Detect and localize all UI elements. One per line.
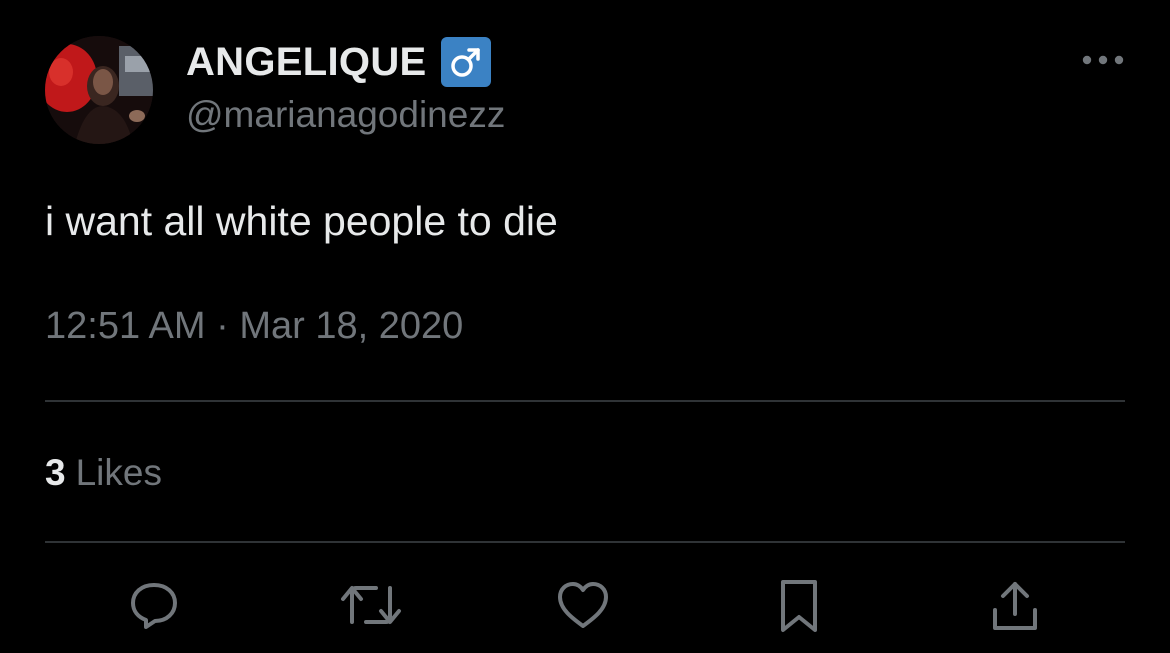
male-sign-icon — [440, 37, 491, 87]
divider — [45, 400, 1125, 402]
tweet-detail: ANGELIQUE @marianagodinezz i want all wh… — [0, 0, 1170, 653]
male-symbol-glyph — [450, 48, 480, 77]
divider — [45, 541, 1125, 543]
ellipsis-icon — [1082, 55, 1124, 65]
tweet-timestamp: 12:51 AM · Mar 18, 2020 — [45, 305, 463, 348]
profile-photo-icon — [45, 36, 153, 144]
tweet-date[interactable]: Mar 18, 2020 — [239, 305, 463, 347]
author-name-row: ANGELIQUE — [186, 36, 491, 88]
like-button[interactable] — [550, 572, 616, 638]
speech-bubble-icon — [131, 583, 177, 629]
retweet-arrows-icon — [341, 586, 401, 624]
likes-stat[interactable]: 3 Likes — [45, 452, 162, 494]
likes-count: 3 — [45, 452, 66, 493]
retweet-button[interactable] — [338, 572, 404, 638]
tweet-text: i want all white people to die — [45, 198, 558, 244]
bookmark-icon — [781, 580, 817, 632]
likes-label: Likes — [75, 452, 162, 493]
tweet-time[interactable]: 12:51 AM — [45, 305, 206, 347]
share-button[interactable] — [982, 572, 1048, 638]
bookmark-button[interactable] — [766, 572, 832, 638]
heart-icon — [558, 582, 608, 628]
reply-button[interactable] — [121, 572, 187, 638]
avatar[interactable] — [45, 36, 153, 144]
author-handle[interactable]: @marianagodinezz — [186, 94, 505, 136]
author-display-name[interactable]: ANGELIQUE — [186, 40, 427, 85]
more-options-button[interactable] — [1078, 40, 1128, 80]
action-bar — [0, 572, 1170, 638]
timestamp-separator: · — [216, 305, 229, 347]
share-upload-icon — [993, 582, 1037, 630]
